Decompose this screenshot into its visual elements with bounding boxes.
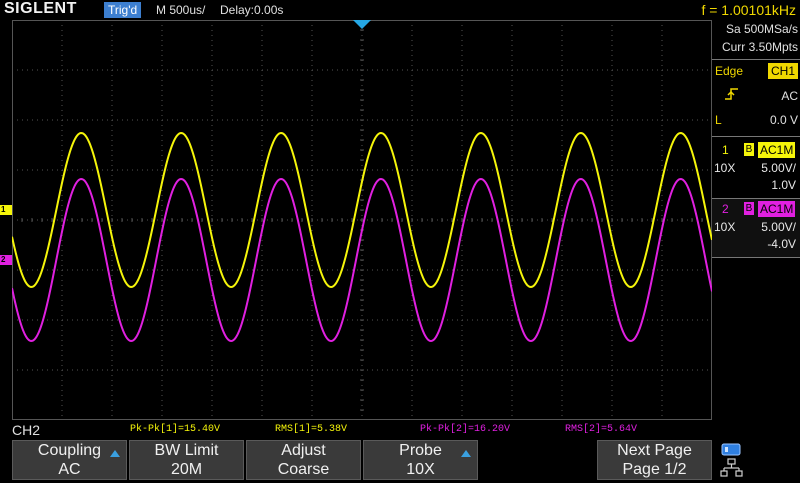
coupling-softkey[interactable]: Coupling AC: [12, 440, 127, 480]
memory-depth: Curr 3.50Mpts: [721, 40, 798, 54]
softkey-label: BW Limit: [154, 442, 219, 459]
meas-pkpk-ch1: Pk-Pk[1]=15.40V: [130, 424, 221, 435]
active-channel-label: CH2: [12, 422, 41, 438]
divider: [712, 59, 800, 60]
trigger-type-label: Edge: [715, 64, 744, 78]
probe-softkey[interactable]: Probe 10X: [363, 440, 478, 480]
ch2-info-block[interactable]: 2 B AC1M 10X 5.00V/ -4.0V: [712, 198, 800, 258]
measurement-bar: CH2 Pk-Pk[1]=15.40V RMS[1]=5.38V Pk-Pk[2…: [0, 420, 712, 438]
ch1-offset-marker[interactable]: 1: [0, 205, 12, 215]
adjust-softkey[interactable]: Adjust Coarse: [246, 440, 361, 480]
meas-rms-ch2: RMS[2]=5.64V: [565, 424, 638, 435]
ch2-bw-badge: B: [744, 202, 754, 215]
meas-rms-ch1: RMS[1]=5.38V: [275, 424, 348, 435]
ch2-number: 2: [722, 202, 729, 216]
top-status-bar: SIGLENT Trig'd M 500us/ Delay:0.00s f = …: [0, 0, 800, 20]
softkey-label: Next Page: [617, 442, 692, 459]
ch2-offset-marker[interactable]: 2: [0, 255, 12, 265]
frequency-readout: f = 1.00101kHz: [701, 2, 796, 18]
arrow-up-icon: [110, 450, 120, 457]
network-icon: [720, 458, 743, 477]
meas-pkpk-ch2: Pk-Pk[2]=16.20V: [420, 424, 511, 435]
softkey-menu: Coupling AC BW Limit 20M Adjust Coarse P…: [0, 438, 800, 480]
softkey-value: AC: [58, 461, 81, 478]
arrow-up-icon: [461, 450, 471, 457]
waveform-display[interactable]: [12, 20, 712, 420]
brand-logo: SIGLENT: [4, 0, 77, 17]
ch1-info-block[interactable]: 1 B AC1M 10X 5.00V/ 1.0V: [712, 140, 800, 198]
timebase-readout[interactable]: M 500us/: [156, 2, 205, 18]
trigger-level-value: 0.0 V: [769, 113, 798, 127]
storage-icon: [721, 443, 741, 456]
softkey-label: Adjust: [281, 442, 326, 459]
trigger-coupling: AC: [781, 89, 798, 103]
trigger-position-marker[interactable]: [353, 20, 371, 29]
right-info-panel: Sa 500MSa/s Curr 3.50Mpts Edge CH1 AC L …: [712, 20, 800, 420]
delay-readout[interactable]: Delay:0.00s: [220, 2, 283, 18]
ch1-scale: 5.00V/: [761, 161, 796, 175]
softkey-value: Coarse: [277, 461, 330, 478]
next-page-softkey[interactable]: Next Page Page 1/2: [597, 440, 712, 480]
ch2-offset: -4.0V: [767, 237, 796, 251]
ch1-probe: 10X: [714, 161, 736, 175]
ch1-bw-badge: B: [744, 143, 754, 156]
trigger-status-badge: Trig'd: [104, 2, 142, 18]
softkey-value: 10X: [406, 461, 435, 478]
ch1-offset: 1.0V: [771, 178, 796, 192]
softkey-value: 20M: [170, 461, 203, 478]
bw-limit-softkey[interactable]: BW Limit 20M: [129, 440, 244, 480]
ch1-number: 1: [722, 143, 729, 157]
trigger-source-badge: CH1: [767, 63, 798, 79]
ch2-coupling-badge: AC1M: [758, 201, 796, 217]
ch2-scale: 5.00V/: [761, 220, 796, 234]
softkey-value: Page 1/2: [622, 461, 687, 478]
ch2-probe: 10X: [714, 220, 736, 234]
ch1-coupling-badge: AC1M: [758, 142, 796, 158]
divider: [712, 136, 800, 137]
sample-rate: Sa 500MSa/s: [725, 22, 798, 36]
system-status-icons: [718, 442, 746, 478]
